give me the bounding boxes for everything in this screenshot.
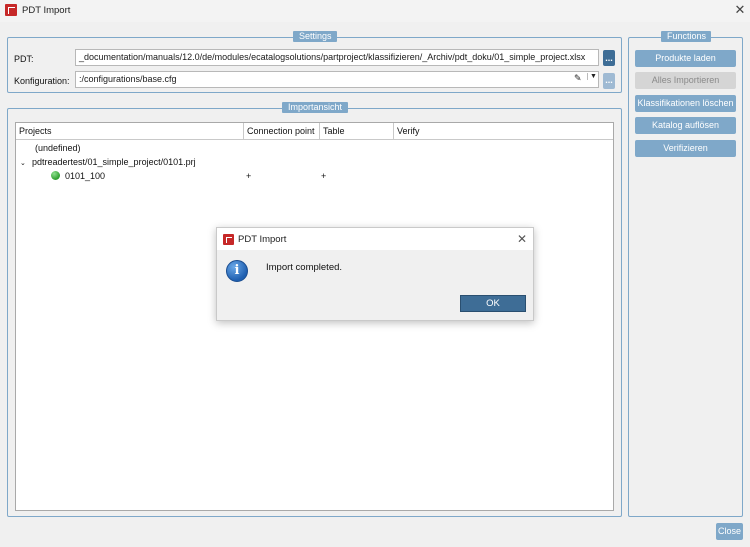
column-header-projects[interactable]: Projects	[16, 123, 244, 139]
status-ok-icon	[51, 171, 60, 180]
column-header-verify[interactable]: Verify	[394, 123, 613, 139]
tree-row-label: pdtreadertest/01_simple_project/0101.prj	[32, 157, 196, 167]
settings-title: Settings	[293, 31, 337, 42]
tree-header: Projects Connection point Table Verify	[16, 123, 613, 140]
alles-importieren-button[interactable]: Alles Importieren	[635, 72, 736, 89]
tree-row-label: (undefined)	[35, 143, 81, 153]
produkte-laden-button[interactable]: Produkte laden	[635, 50, 736, 67]
window-title: PDT Import	[22, 5, 71, 16]
close-icon[interactable]: ✕	[515, 232, 529, 246]
dialog-title: PDT Import	[238, 234, 287, 245]
column-header-table[interactable]: Table	[320, 123, 394, 139]
column-header-connection-point[interactable]: Connection point	[244, 123, 320, 139]
pdt-browse-button[interactable]: ...	[603, 50, 615, 66]
verifizieren-button[interactable]: Verifizieren	[635, 140, 736, 157]
close-icon[interactable]: ✕	[733, 3, 747, 17]
connection-point-value: +	[246, 171, 252, 181]
pdt-label: PDT:	[14, 54, 34, 64]
tree-row-label: 0101_100	[65, 171, 106, 181]
table-value: +	[321, 171, 327, 181]
chevron-down-icon[interactable]: ▼	[587, 73, 597, 80]
konfiguration-browse-button[interactable]: ...	[603, 73, 615, 89]
katalog-aufloesen-button[interactable]: Katalog auflösen	[635, 117, 736, 134]
konfiguration-field[interactable]: :/configurations/base.cfg	[75, 71, 599, 88]
functions-title: Functions	[661, 31, 711, 42]
import-completed-dialog: PDT Import ✕ i Import completed. OK	[216, 227, 534, 321]
tree-row-undefined[interactable]: (undefined)	[35, 143, 81, 153]
dialog-title-bar: PDT Import ✕	[217, 228, 533, 250]
klassifikationen-loeschen-button[interactable]: Klassifikationen löschen	[635, 95, 736, 112]
tree-row-project[interactable]: ⌄ pdtreadertest/01_simple_project/0101.pr…	[20, 157, 196, 167]
close-button[interactable]: Close	[716, 523, 743, 540]
chevron-down-icon[interactable]: ⌄	[20, 159, 32, 167]
title-bar: PDT Import ✕	[0, 0, 750, 22]
app-icon	[5, 4, 17, 16]
konfiguration-value: :/configurations/base.cfg	[79, 74, 177, 84]
konfiguration-label: Konfiguration:	[14, 76, 70, 86]
ok-button[interactable]: OK	[460, 295, 526, 312]
importansicht-title: Importansicht	[282, 102, 348, 113]
info-icon: i	[226, 260, 248, 282]
dialog-message: Import completed.	[266, 262, 343, 273]
pdt-path-field[interactable]: _documentation/manuals/12.0/de/modules/e…	[75, 49, 599, 66]
pencil-icon[interactable]: ✎	[574, 73, 582, 84]
tree-row-item[interactable]: 0101_100	[51, 171, 105, 181]
app-icon	[223, 234, 234, 245]
